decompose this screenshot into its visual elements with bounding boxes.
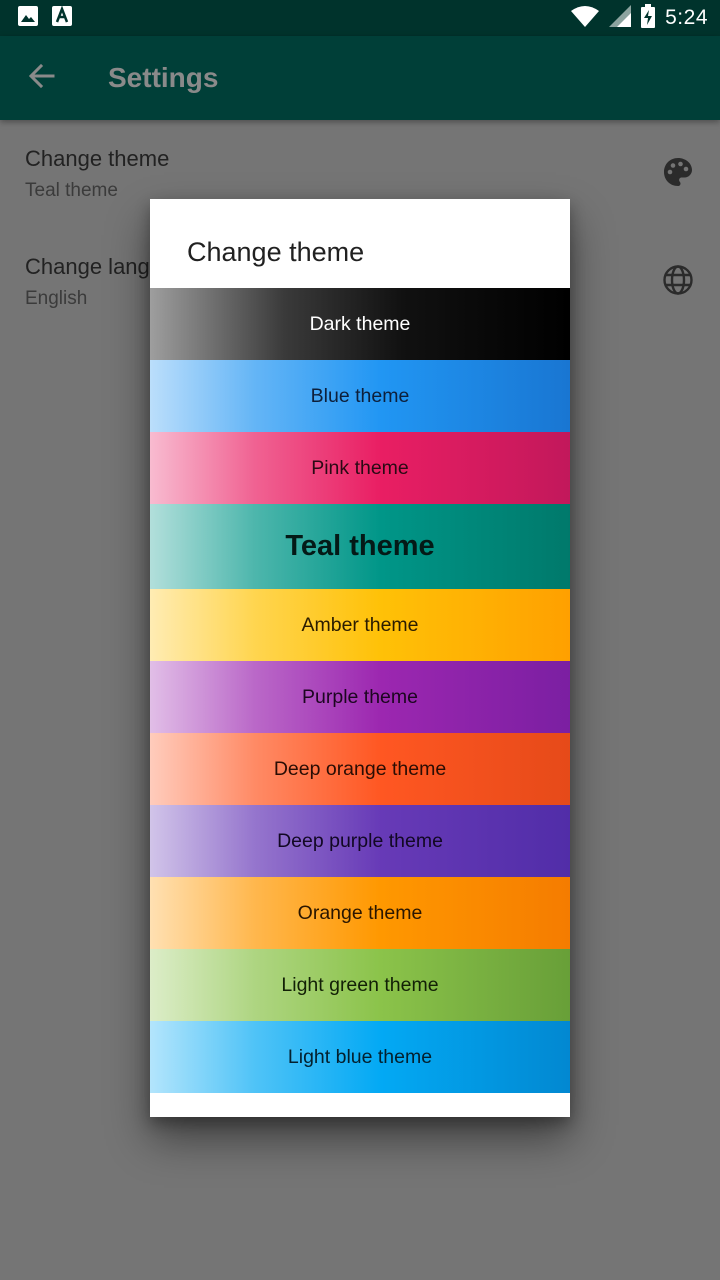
theme-option-label: Amber theme xyxy=(301,613,419,636)
theme-option-label: Blue theme xyxy=(310,384,410,407)
arrow-back-icon xyxy=(28,63,55,94)
theme-list: Dark theme Blue theme Pink theme Teal th… xyxy=(150,288,570,1093)
theme-option-label: Dark theme xyxy=(309,312,411,335)
theme-option-teal-selected[interactable]: Teal theme xyxy=(150,504,570,589)
status-time: 5:24 xyxy=(665,6,708,29)
theme-option-dark[interactable]: Dark theme xyxy=(150,288,570,360)
theme-option-label: Purple theme xyxy=(302,685,418,708)
setting-subtitle: Teal theme xyxy=(25,180,118,201)
theme-dialog: Change theme Dark theme Blue theme Pink … xyxy=(150,199,570,1117)
image-icon xyxy=(18,5,38,31)
theme-option-label: Teal theme xyxy=(285,530,435,562)
theme-option-label: Light green theme xyxy=(281,973,439,996)
battery-charging-icon xyxy=(641,3,656,33)
app-bar: Settings xyxy=(0,36,720,120)
theme-option-label: Deep orange theme xyxy=(273,757,447,780)
status-notifications xyxy=(0,5,72,31)
theme-option-purple[interactable]: Purple theme xyxy=(150,661,570,733)
page-title: Settings xyxy=(108,62,219,93)
theme-option-light-green[interactable]: Light green theme xyxy=(150,949,570,1021)
signal-icon xyxy=(609,4,632,32)
theme-option-label: Pink theme xyxy=(311,456,409,479)
theme-option-deep-orange[interactable]: Deep orange theme xyxy=(150,733,570,805)
theme-option-label: Light blue theme xyxy=(287,1045,433,1068)
theme-option-orange[interactable]: Orange theme xyxy=(150,877,570,949)
theme-option-deep-purple[interactable]: Deep purple theme xyxy=(150,805,570,877)
palette-icon xyxy=(662,156,694,188)
theme-option-amber[interactable]: Amber theme xyxy=(150,589,570,661)
back-button[interactable] xyxy=(14,50,70,106)
wifi-icon xyxy=(571,5,600,32)
theme-option-pink[interactable]: Pink theme xyxy=(150,432,570,504)
theme-option-blue[interactable]: Blue theme xyxy=(150,360,570,432)
theme-option-label: Orange theme xyxy=(297,901,423,924)
status-bar: 5:24 xyxy=(0,0,720,36)
setting-subtitle: English xyxy=(25,288,88,309)
theme-option-light-blue[interactable]: Light blue theme xyxy=(150,1021,570,1093)
status-system-icons: 5:24 xyxy=(571,3,720,33)
theme-option-label: Deep purple theme xyxy=(277,829,443,852)
dialog-title: Change theme xyxy=(187,237,365,267)
globe-icon xyxy=(662,264,694,296)
setting-title: Change theme xyxy=(25,146,170,171)
font-icon xyxy=(52,5,72,31)
